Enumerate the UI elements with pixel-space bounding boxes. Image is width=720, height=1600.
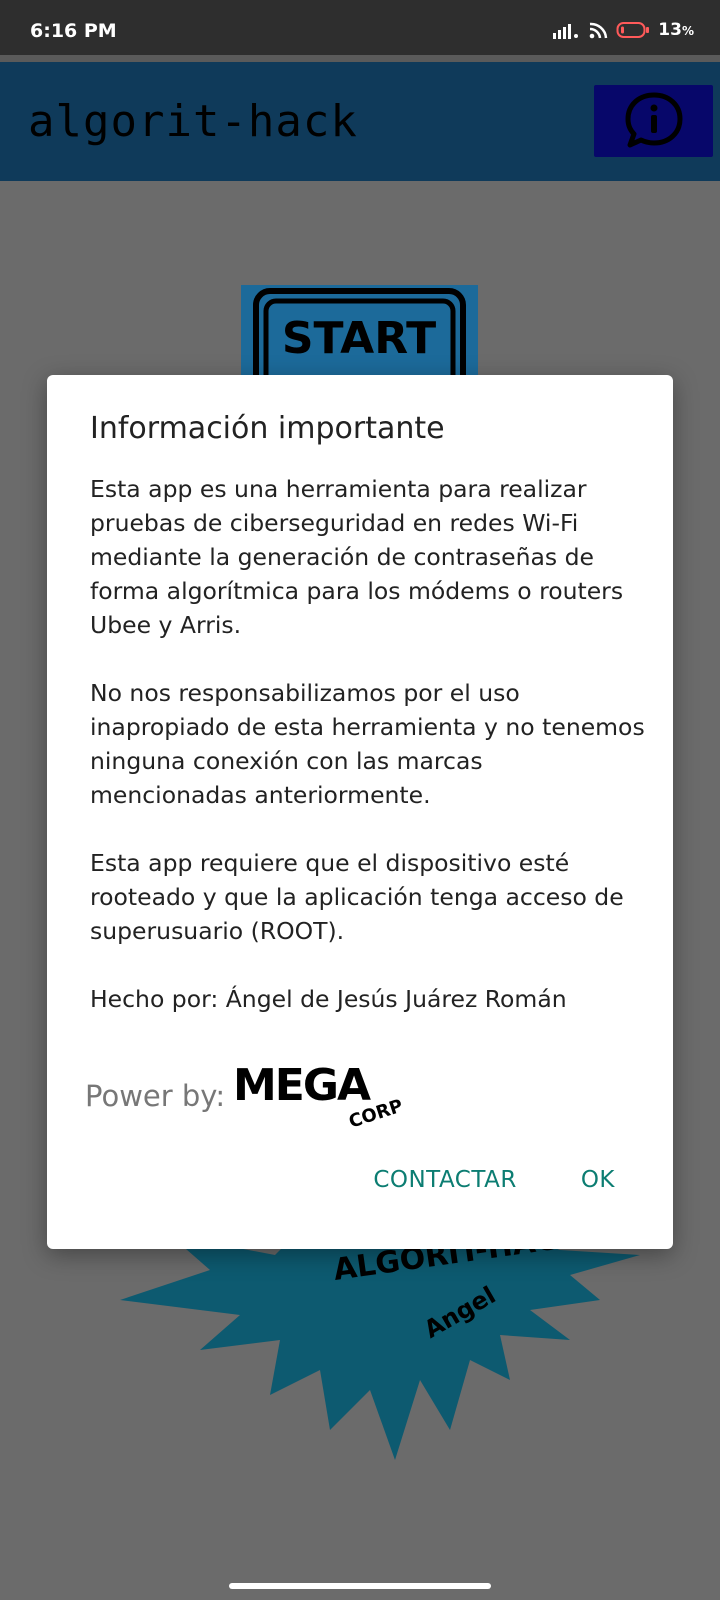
power-by: Power by: MEGA CORP [85, 1060, 401, 1132]
start-label: START [282, 313, 436, 364]
start-button[interactable]: START [241, 285, 478, 385]
dialog-paragraph-disclaimer: No nos responsabilizamos por el uso inap… [90, 679, 645, 809]
info-button[interactable] [594, 85, 713, 157]
power-label: Power by: [85, 1079, 226, 1113]
signal-icon [553, 24, 579, 39]
status-time: 6:16 PM [30, 20, 117, 42]
info-chat-icon [625, 92, 682, 148]
contact-button[interactable]: CONTACTAR [373, 1167, 517, 1193]
dialog-actions: CONTACTAR OK [373, 1167, 615, 1193]
dialog-title: Información importante [90, 411, 445, 446]
ok-button[interactable]: OK [581, 1167, 615, 1193]
home-indicator[interactable] [229, 1583, 491, 1589]
burst-logo: ALGORIT-HACK Angel [120, 1230, 640, 1460]
battery-icon [616, 22, 650, 38]
dialog-paragraph-author: Hecho por: Ángel de Jesús Juárez Román [90, 985, 567, 1013]
dialog-paragraph-requirements: Esta app requiere que el dispositivo est… [90, 849, 624, 945]
wifi-icon [589, 22, 608, 39]
start-frame-icon: START [253, 288, 466, 385]
svg-text:MEGA: MEGA [233, 1060, 371, 1111]
info-dialog: Información importante Esta app es una h… [47, 375, 673, 1249]
app-title: algorit-hack [28, 96, 358, 147]
status-divider [0, 55, 720, 62]
status-icons: 13% [552, 20, 694, 40]
status-bar: 6:16 PM 13% [0, 0, 720, 58]
dialog-paragraph-description: Esta app es una herramienta para realiza… [90, 475, 624, 639]
battery-level: 13% [658, 20, 694, 40]
megacorp-logo: MEGA CORP [233, 1060, 401, 1132]
